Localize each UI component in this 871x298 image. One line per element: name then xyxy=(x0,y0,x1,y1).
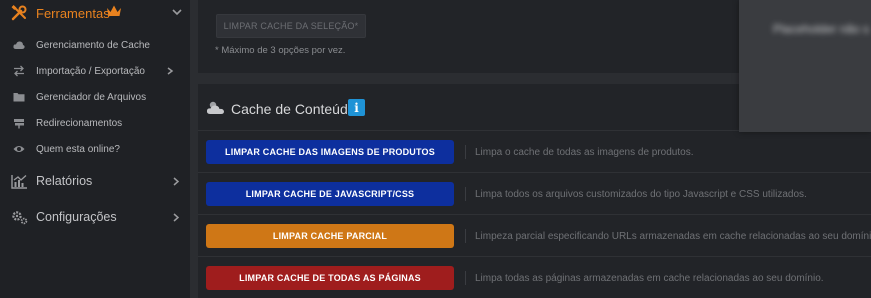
chevron-down-icon xyxy=(172,9,182,16)
divider xyxy=(198,172,871,173)
clear-all-pages-cache-button[interactable]: LIMPAR CACHE DE TODAS AS PÁGINAS xyxy=(206,266,454,290)
sidebar-item-label: Importação / Exportação xyxy=(36,66,145,77)
sidebar-item-importacao-exportacao[interactable]: Importação / Exportação xyxy=(0,58,190,84)
sidebar: Ferramentas Gerenciamento de Cache Impor… xyxy=(0,0,190,298)
divider xyxy=(198,256,871,257)
overlay-panel: Placeholder não s xyxy=(739,0,871,132)
chevron-right-icon xyxy=(173,213,180,222)
sidebar-item-label: Redirecionamentos xyxy=(36,118,123,129)
sidebar-item-gerenciador-de-arquivos[interactable]: Gerenciador de Arquivos xyxy=(0,84,190,110)
sidebar-item-label: Gerenciador de Arquivos xyxy=(36,92,147,103)
max-options-note: * Máximo de 3 opções por vez. xyxy=(215,45,346,56)
crown-icon xyxy=(107,5,121,16)
sidebar-item-label: Gerenciamento de Cache xyxy=(36,40,150,51)
clear-selection-cache-button[interactable]: LIMPAR CACHE DA SELEÇÃO* xyxy=(216,14,366,38)
divider xyxy=(198,214,871,215)
swap-icon xyxy=(14,65,24,77)
sidebar-item-redirecionamentos[interactable]: Redirecionamentos xyxy=(0,110,190,136)
separator xyxy=(465,271,466,285)
action-description: Limpeza parcial especificando URLs armaz… xyxy=(475,231,871,242)
info-icon[interactable]: i xyxy=(348,99,365,116)
sidebar-item-quem-esta-online[interactable]: Quem esta online? xyxy=(0,136,190,162)
cloud-icon xyxy=(13,41,25,49)
chevron-right-icon xyxy=(167,67,174,75)
separator xyxy=(465,187,466,201)
tools-icon xyxy=(11,5,27,21)
clear-product-images-cache-button[interactable]: LIMPAR CACHE DAS IMAGENS DE PRODUTOS xyxy=(206,140,454,164)
sidebar-section-label: Ferramentas xyxy=(36,6,110,21)
separator xyxy=(465,145,466,159)
chart-icon xyxy=(11,175,27,189)
sidebar-item-label: Configurações xyxy=(36,210,117,224)
clear-partial-cache-button[interactable]: LIMPAR CACHE PARCIAL xyxy=(206,224,454,248)
clear-javascript-css-cache-button[interactable]: LIMPAR CACHE DE JAVASCRIPT/CSS xyxy=(206,182,454,206)
sidebar-section-ferramentas[interactable]: Ferramentas xyxy=(0,0,190,26)
overlay-text: Placeholder não s xyxy=(773,22,870,36)
chevron-right-icon xyxy=(173,177,180,186)
sidebar-item-relatorios[interactable]: Relatórios xyxy=(0,164,190,198)
action-description: Limpa todas as páginas armazenadas em ca… xyxy=(475,273,824,284)
content-cache-title: Cache de Conteúdo xyxy=(231,101,356,117)
action-description: Limpa o cache de todas as imagens de pro… xyxy=(475,147,694,158)
signpost-icon xyxy=(14,119,24,129)
sidebar-item-gerenciamento-de-cache[interactable]: Gerenciamento de Cache xyxy=(0,32,190,58)
action-description: Limpa todos os arquivos customizados do … xyxy=(475,189,807,200)
cogs-icon xyxy=(12,211,28,225)
sidebar-item-label: Relatórios xyxy=(36,174,93,188)
folder-icon xyxy=(13,93,25,102)
sidebar-item-label: Quem esta online? xyxy=(36,144,120,155)
cloud-sun-icon xyxy=(206,101,224,114)
sidebar-item-configuracoes[interactable]: Configurações xyxy=(0,200,190,234)
separator xyxy=(465,229,466,243)
eye-icon xyxy=(13,146,25,152)
